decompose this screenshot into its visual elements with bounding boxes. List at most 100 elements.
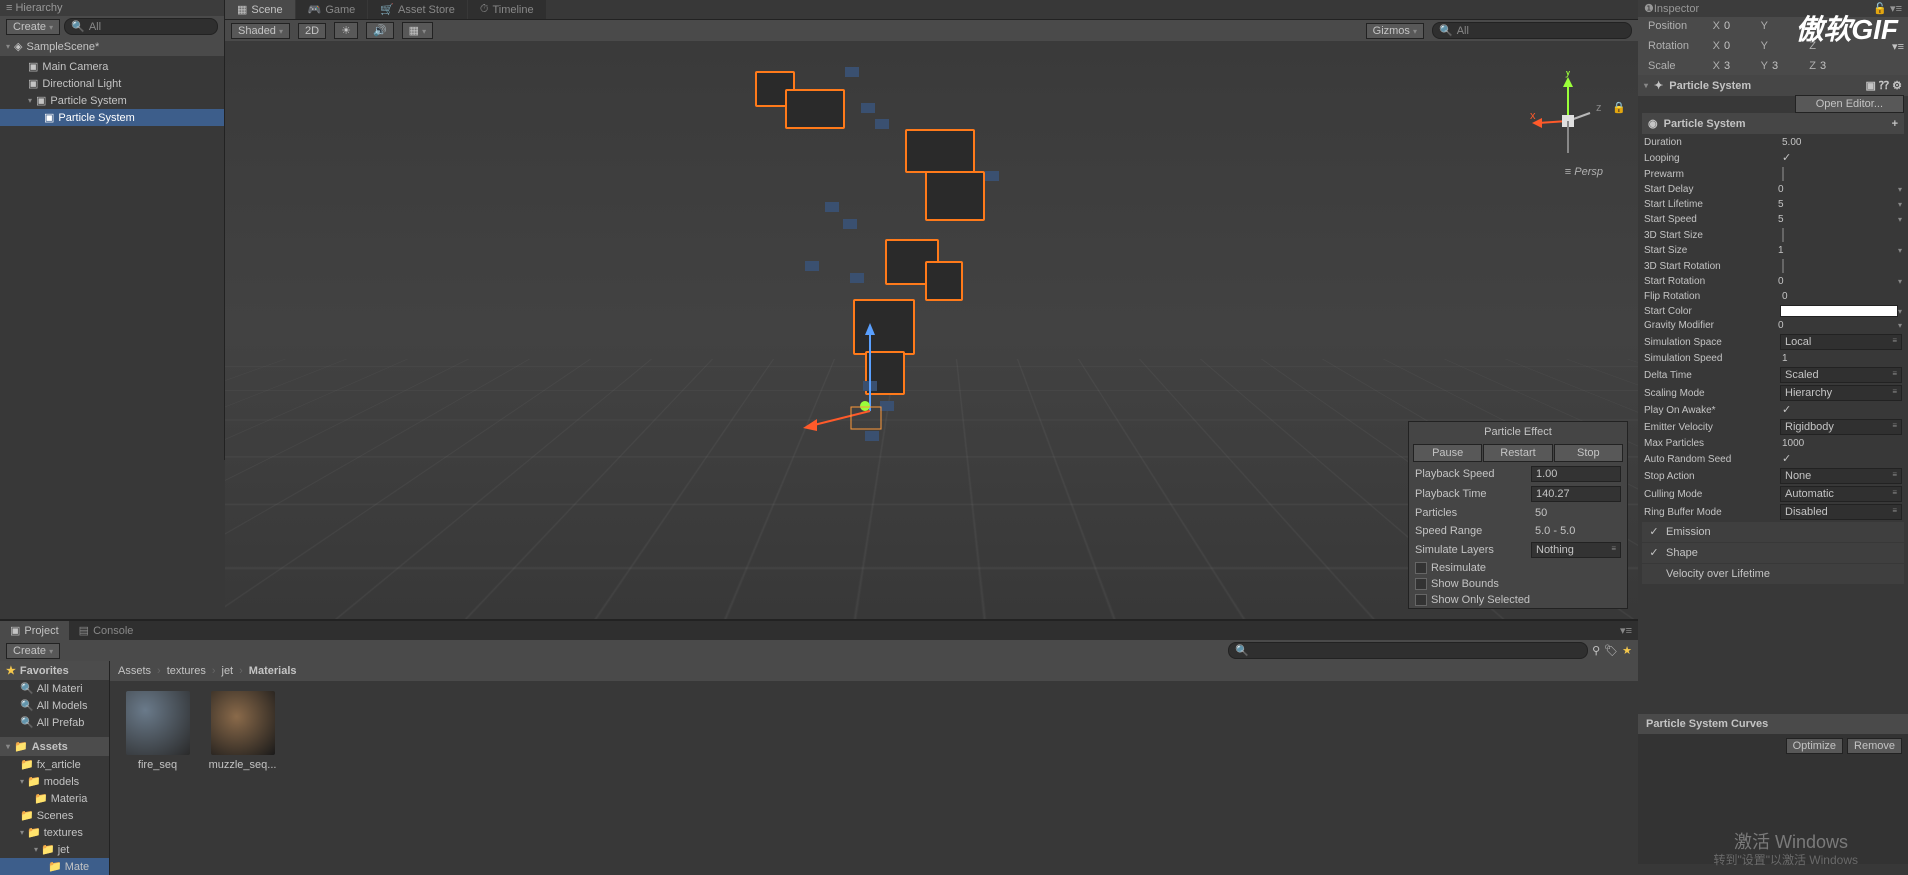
asset-fire-seq[interactable]: fire_seq [120,691,195,865]
label-icon[interactable]: 🏷 [1604,644,1618,657]
assets-header[interactable]: ▾📁Assets [0,737,109,756]
filter-icon[interactable]: ⚲ [1592,644,1600,657]
folder-jet[interactable]: ▾📁jet [0,841,109,858]
audio-toggle[interactable]: 🔊 [366,22,394,39]
hierarchy-create-button[interactable]: Create ▾ [6,19,60,35]
particle-system-component-header[interactable]: ▾✦ Particle System ▣ ⁇ ⚙ [1638,75,1908,96]
panel-menu-icon[interactable]: ▾≡ [1614,621,1638,640]
tab-game[interactable]: 🎮Game [296,0,368,19]
tab-timeline[interactable]: ⏱Timeline [468,0,546,19]
remove-button[interactable]: Remove [1847,738,1902,754]
transform-gizmo[interactable] [795,311,915,441]
flip-rotation-field[interactable]: 0 [1780,290,1902,303]
playback-speed-field[interactable]: 1.00 [1531,466,1621,482]
hierarchy-item-particle-system[interactable]: ▾▣Particle System [0,92,224,109]
orientation-gizmo[interactable]: y x z [1528,71,1608,171]
fx-toggle[interactable]: ▦ ▾ [402,22,433,39]
breadcrumb-materials[interactable]: Materials [249,665,297,677]
optimize-button[interactable]: Optimize [1786,738,1843,754]
module-velocity-over-lifetime[interactable]: Velocity over Lifetime [1642,564,1904,584]
curves-header[interactable]: Particle System Curves [1638,714,1908,734]
rotation-x-field[interactable]: 0 [1724,40,1754,52]
start-speed-field[interactable]: 5 [1776,213,1898,226]
max-particles-field[interactable]: 1000 [1780,437,1902,450]
folder-materials-jet[interactable]: 📁Mate [0,858,109,875]
hierarchy-search[interactable]: 🔍All [64,18,218,35]
prewarm-checkbox[interactable] [1782,167,1784,181]
folder-textures[interactable]: ▾📁textures [0,824,109,841]
lock-icon[interactable]: 🔓 ▾≡ [1873,2,1902,15]
start-size-field[interactable]: 1 [1776,244,1898,257]
2d-toggle[interactable]: 2D [298,23,326,39]
simulate-layers-dropdown[interactable]: Nothing ≡ [1531,542,1621,558]
breadcrumb-assets[interactable]: Assets [118,665,151,677]
tab-project[interactable]: ▣Project [0,621,69,640]
hierarchy-scene-header[interactable]: ▾ ◈ SampleScene* ▾≡ [0,37,224,56]
hierarchy-item-particle-system-child[interactable]: ▣Particle System [0,109,224,126]
scene-menu-icon[interactable]: ▾≡ [1892,40,1904,53]
gizmos-dropdown[interactable]: Gizmos ▾ [1366,23,1424,39]
tab-console[interactable]: ▤Console [69,621,144,640]
module-main[interactable]: ◉ Particle System + [1642,113,1904,134]
tab-asset-store[interactable]: 🛒Asset Store [368,0,467,19]
play-on-awake-checkbox[interactable]: ✓ [1782,404,1791,416]
asset-muzzle-seq[interactable]: muzzle_seq... [205,691,280,865]
ring-buffer-dropdown[interactable]: Disabled≡ [1780,504,1902,520]
3d-start-size-checkbox[interactable] [1782,228,1784,242]
scene-viewport[interactable]: y x z 🔒 ≡ Persp Particle Effect Pause Re… [225,41,1638,619]
folder-fx-article[interactable]: 📁fx_article [0,756,109,773]
scale-x-field[interactable]: 3 [1724,60,1754,72]
show-only-selected-checkbox[interactable] [1415,594,1427,606]
add-icon[interactable]: + [1892,118,1898,130]
scale-y-field[interactable]: 3 [1772,60,1802,72]
component-help-icon[interactable]: ▣ ⁇ ⚙ [1865,79,1902,92]
folder-scenes[interactable]: 📁Scenes [0,807,109,824]
emitter-velocity-dropdown[interactable]: Rigidbody≡ [1780,419,1902,435]
folder-materials[interactable]: 📁Materia [0,790,109,807]
module-emission[interactable]: ✓Emission [1642,522,1904,542]
lock-icon[interactable]: 🔒 [1612,101,1626,114]
restart-button[interactable]: Restart [1483,444,1552,462]
3d-start-rotation-checkbox[interactable] [1782,259,1784,273]
start-color-field[interactable] [1780,305,1898,317]
position-x-field[interactable]: 0 [1724,20,1754,32]
delta-time-dropdown[interactable]: Scaled≡ [1780,367,1902,383]
simulation-space-dropdown[interactable]: Local≡ [1780,334,1902,350]
looping-checkbox[interactable]: ✓ [1782,152,1791,164]
project-create-button[interactable]: Create ▾ [6,643,60,659]
breadcrumb-textures[interactable]: textures [167,665,206,677]
stop-button[interactable]: Stop [1554,444,1623,462]
favorite-icon[interactable]: ★ [1622,644,1632,657]
scene-search[interactable]: 🔍All [1432,22,1632,39]
tab-scene[interactable]: ▦Scene [225,0,295,19]
scale-z-field[interactable]: 3 [1820,60,1850,72]
scaling-mode-dropdown[interactable]: Hierarchy≡ [1780,385,1902,401]
shading-mode-dropdown[interactable]: Shaded ▾ [231,23,290,39]
culling-mode-dropdown[interactable]: Automatic≡ [1780,486,1902,502]
curves-area[interactable]: Optimize Remove [1638,734,1908,864]
start-rotation-field[interactable]: 0 [1776,275,1898,288]
project-search[interactable]: 🔍 [1228,642,1588,659]
pause-button[interactable]: Pause [1413,444,1482,462]
show-bounds-checkbox[interactable] [1415,578,1427,590]
resimulate-checkbox[interactable] [1415,562,1427,574]
lighting-toggle[interactable]: ☀ [334,22,358,39]
folder-models[interactable]: ▾📁models [0,773,109,790]
simulation-speed-field[interactable]: 1 [1780,352,1902,365]
open-editor-button[interactable]: Open Editor... [1795,95,1904,113]
start-lifetime-field[interactable]: 5 [1776,198,1898,211]
duration-field[interactable]: 5.00 [1780,136,1902,149]
favorite-all-prefabs[interactable]: 🔍All Prefab [0,714,109,731]
favorites-header[interactable]: ★Favorites [0,661,109,680]
projection-label[interactable]: ≡ Persp [1565,166,1603,178]
gravity-modifier-field[interactable]: 0 [1776,319,1898,332]
auto-random-seed-checkbox[interactable]: ✓ [1782,453,1791,465]
stop-action-dropdown[interactable]: None≡ [1780,468,1902,484]
favorite-all-models[interactable]: 🔍All Models [0,697,109,714]
hierarchy-item-directional-light[interactable]: ▣Directional Light [0,75,224,92]
start-delay-field[interactable]: 0 [1776,183,1898,196]
favorite-all-materials[interactable]: 🔍All Materi [0,680,109,697]
breadcrumb-jet[interactable]: jet [222,665,234,677]
module-shape[interactable]: ✓Shape [1642,543,1904,563]
hierarchy-item-main-camera[interactable]: ▣Main Camera [0,58,224,75]
